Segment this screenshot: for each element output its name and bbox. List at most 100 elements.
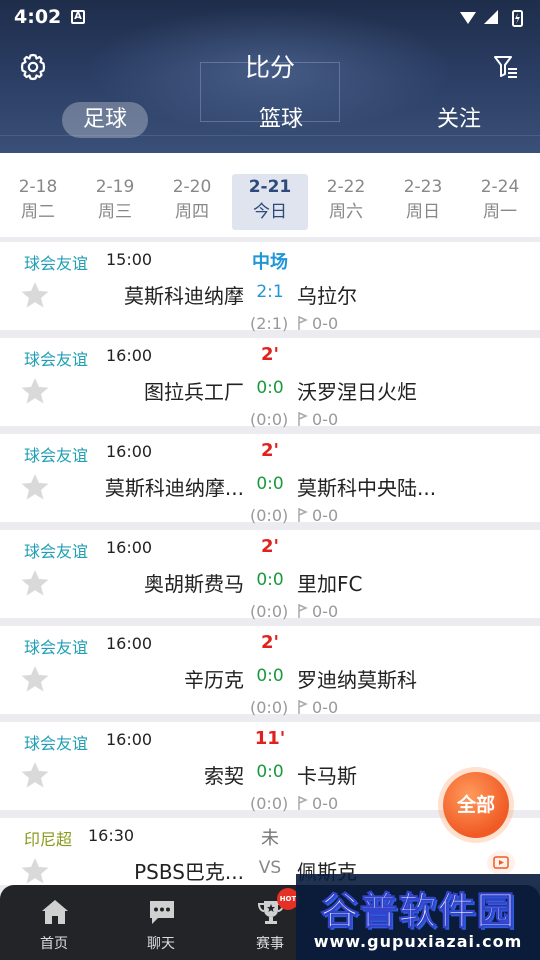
kickoff-time: 16:30 [88, 826, 135, 845]
date-label: 2-19 [95, 177, 135, 197]
corner-count: 0-0 [297, 410, 338, 429]
corner-value: 0-0 [312, 602, 339, 621]
corner-flag-icon [298, 316, 308, 330]
date-label: 2-21 [248, 177, 292, 197]
date-item[interactable]: 2-24 周一 [464, 174, 536, 230]
match-status: 2' [260, 344, 280, 365]
halftime-score: (0:0) [250, 506, 289, 525]
corner-value: 0-0 [312, 794, 339, 813]
weekday-label: 周二 [21, 202, 55, 222]
nav-label: 首页 [40, 936, 68, 952]
date-item[interactable]: 2-20 周四 [156, 174, 228, 230]
status-bar: 4:02 A [0, 0, 540, 36]
notification-icon: A [71, 10, 85, 24]
date-label: 2-18 [18, 177, 58, 197]
video-icon[interactable] [487, 851, 515, 875]
nav-home[interactable]: 首页 [4, 885, 104, 960]
halftime-score: (0:0) [250, 602, 289, 621]
kickoff-time: 16:00 [106, 730, 153, 749]
tab-follow[interactable]: 关注 [414, 102, 504, 138]
tab-football[interactable]: 足球 [62, 102, 148, 138]
chat-icon [150, 901, 174, 924]
corner-count: 0-0 [297, 794, 338, 813]
halftime-score: (2:1) [250, 314, 289, 333]
weekday-label: 周四 [175, 202, 209, 222]
all-filter-button[interactable]: 全部 [443, 772, 509, 838]
wifi-icon [460, 12, 476, 24]
match-row[interactable]: 球会友谊 16:00 2' 奥胡斯费马 0:0 里加FC (0:0) 0-0 [0, 530, 540, 621]
match-status: 2' [260, 536, 280, 557]
away-team: 里加FC [297, 572, 363, 596]
corner-count: 0-0 [297, 698, 338, 717]
corner-count: 0-0 [297, 314, 338, 333]
kickoff-time: 15:00 [106, 250, 153, 269]
match-status: 2' [260, 632, 280, 653]
halftime-score: (0:0) [250, 410, 289, 429]
kickoff-time: 16:00 [106, 442, 153, 461]
home-team: 莫斯科迪纳摩 [124, 284, 244, 308]
home-team: 图拉兵工厂 [144, 380, 244, 404]
weekday-label: 周一 [483, 202, 517, 222]
watermark: 谷普软件园 www.gupuxiazai.com [296, 874, 540, 960]
star-icon[interactable] [20, 664, 50, 694]
corner-value: 0-0 [312, 314, 339, 333]
date-item[interactable]: 2-19 周三 [79, 174, 151, 230]
corner-flag-icon [298, 700, 308, 714]
away-team: 莫斯科中央陆... [297, 476, 437, 500]
match-row[interactable]: 球会友谊 16:00 2' 图拉兵工厂 0:0 沃罗涅日火炬 (0:0) 0-0 [0, 338, 540, 429]
league-name: 印尼超 [24, 830, 73, 849]
corner-flag-icon [298, 796, 308, 810]
match-row[interactable]: 球会友谊 15:00 中场 莫斯科迪纳摩 2:1 乌拉尔 (2:1) 0-0 [0, 242, 540, 333]
date-item[interactable]: 2-23 周日 [387, 174, 459, 230]
corner-value: 0-0 [312, 506, 339, 525]
match-status: 中场 [252, 252, 288, 273]
signal-icon [484, 10, 498, 24]
halftime-score: (0:0) [250, 794, 289, 813]
star-icon[interactable] [20, 280, 50, 310]
corner-flag-icon [298, 604, 308, 618]
corner-count: 0-0 [297, 506, 338, 525]
date-selector: 2-18 周二 2-19 周三 2-20 周四 2-21 今日 2-22 周六 2-23 周… [0, 153, 540, 237]
halftime-score: (0:0) [250, 698, 289, 717]
league-name: 球会友谊 [24, 350, 89, 369]
away-team: 沃罗涅日火炬 [297, 380, 417, 404]
nav-chat[interactable]: 聊天 [111, 885, 211, 960]
date-label: 2-23 [403, 177, 443, 197]
star-icon[interactable] [20, 472, 50, 502]
kickoff-time: 16:00 [106, 346, 153, 365]
star-icon[interactable] [20, 568, 50, 598]
header: 4:02 A 比分 足球 篮球 关注 [0, 0, 540, 153]
date-label: 2-22 [326, 177, 366, 197]
weekday-label: 周日 [406, 202, 440, 222]
star-icon[interactable] [20, 376, 50, 406]
away-team: 罗迪纳莫斯科 [297, 668, 417, 692]
weekday-label: 周六 [329, 202, 363, 222]
filter-icon[interactable] [493, 54, 519, 80]
date-item-active[interactable]: 2-21 今日 [232, 174, 308, 230]
match-row[interactable]: 球会友谊 16:00 2' 莫斯科迪纳摩... 0:0 莫斯科中央陆... (0… [0, 434, 540, 525]
kickoff-time: 16:00 [106, 634, 153, 653]
date-item[interactable]: 2-18 周二 [2, 174, 74, 230]
corner-value: 0-0 [312, 698, 339, 717]
watermark-url: www.gupuxiazai.com [313, 932, 523, 951]
home-team: 奥胡斯费马 [144, 572, 244, 596]
away-team: 卡马斯 [297, 764, 357, 788]
match-row[interactable]: 球会友谊 16:00 2' 辛历克 0:0 罗迪纳莫斯科 (0:0) 0-0 [0, 626, 540, 717]
match-status: 未 [261, 828, 279, 849]
corner-flag-icon [298, 508, 308, 522]
home-team: 莫斯科迪纳摩... [104, 476, 244, 500]
away-team: 乌拉尔 [297, 284, 357, 308]
home-team: PSBS巴克... [134, 860, 244, 884]
kickoff-time: 16:00 [106, 538, 153, 557]
clock: 4:02 [14, 6, 62, 28]
corner-count: 0-0 [297, 602, 338, 621]
date-item[interactable]: 2-22 周六 [310, 174, 382, 230]
match-status: 2' [260, 440, 280, 461]
corner-value: 0-0 [312, 410, 339, 429]
star-icon[interactable] [20, 760, 50, 790]
tab-basketball[interactable]: 篮球 [236, 102, 326, 138]
league-name: 球会友谊 [24, 638, 89, 657]
league-name: 球会友谊 [24, 254, 89, 273]
star-icon[interactable] [20, 856, 50, 886]
nav-label: 聊天 [147, 936, 175, 952]
